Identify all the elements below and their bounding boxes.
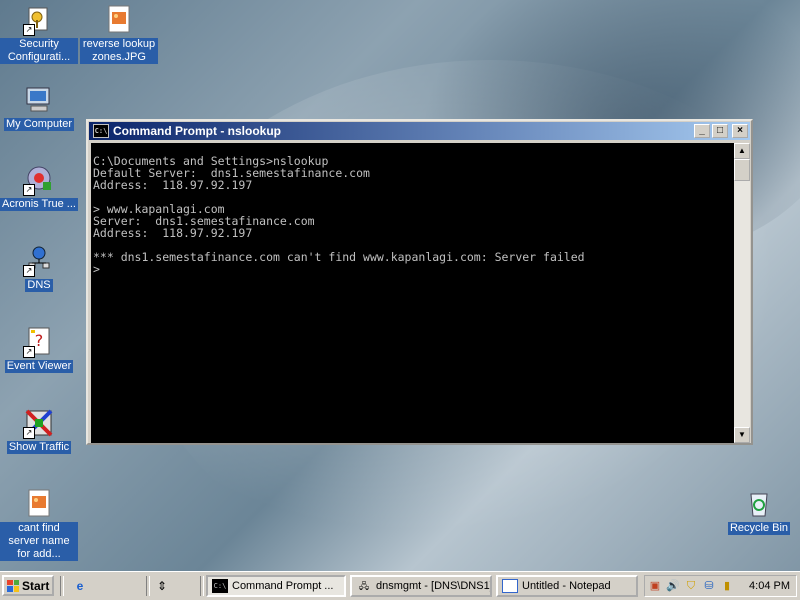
desktop-icon-label: Show Traffic — [6, 441, 72, 454]
taskbar-separator — [146, 576, 150, 596]
task-label: Untitled - Notepad — [522, 580, 611, 592]
image-file-icon — [23, 488, 55, 520]
console-output[interactable]: C:\Documents and Settings>nslookup Defaul… — [91, 143, 734, 443]
cmd-app-icon: C:\ — [212, 579, 228, 593]
network-icon[interactable]: ⛁ — [701, 578, 717, 594]
desktop-icon-dns[interactable]: ↗ DNS — [0, 245, 78, 292]
console-line: *** dns1.semestafinance.com can't find w… — [93, 250, 585, 264]
windows-logo-icon — [7, 579, 19, 592]
task-label: dnsmgmt - [DNS\DNS1] — [376, 580, 492, 592]
vertical-scrollbar[interactable]: ▲ ▼ — [734, 143, 750, 443]
tray-app-icon[interactable]: ▣ — [647, 578, 663, 594]
close-button[interactable]: × — [732, 124, 748, 138]
minimize-button[interactable]: _ — [694, 124, 710, 138]
recycle-bin-icon — [743, 488, 775, 520]
cmd-app-icon: C:\ — [93, 124, 109, 138]
desktop-icon-security-configuration[interactable]: ↗ Security Configurati... — [0, 4, 78, 64]
show-traffic-icon: ↗ — [23, 407, 55, 439]
desktop-icon-label: Security Configurati... — [0, 38, 78, 64]
system-tray: ▣ 🔊 ⛉ ⛁ ▮ 4:04 PM — [644, 575, 797, 597]
taskbar-separator — [200, 576, 204, 596]
event-viewer-icon: ? ↗ — [23, 326, 55, 358]
window-titlebar[interactable]: C:\ Command Prompt - nslookup _ □ × — [89, 122, 750, 140]
desktop-icon-label: cant find server name for add... — [0, 522, 78, 561]
taskbar-separator — [60, 576, 64, 596]
window-title: Command Prompt - nslookup — [113, 124, 281, 138]
desktop-icon-label: DNS — [25, 279, 53, 292]
desktop-icon-event-viewer[interactable]: ? ↗ Event Viewer — [0, 326, 78, 373]
command-prompt-window[interactable]: C:\ Command Prompt - nslookup _ □ × C:\D… — [86, 119, 753, 445]
start-label: Start — [22, 578, 50, 593]
image-file-icon — [103, 4, 135, 36]
svg-text:?: ? — [35, 331, 44, 350]
task-label: Command Prompt ... — [232, 580, 334, 592]
desktop-icon-label: Recycle Bin — [727, 522, 791, 535]
desktop-icon-show-traffic[interactable]: ↗ Show Traffic — [0, 407, 78, 454]
scroll-up-button[interactable]: ▲ — [734, 143, 750, 159]
update-icon[interactable]: ▮ — [719, 578, 735, 594]
notepad-icon — [502, 579, 518, 593]
taskbar: Start e ⇕ C:\ Command Prompt ... 🖧 dnsmg… — [0, 571, 800, 600]
dns-icon: 🖧 — [358, 581, 370, 591]
console-line: > — [93, 262, 100, 276]
volume-icon[interactable]: 🔊 — [665, 578, 681, 594]
console-line: Address: 118.97.92.197 — [93, 226, 253, 240]
desktop-icon-my-computer[interactable]: My Computer — [0, 84, 78, 131]
desktop-icon-reverse-lookup-jpg[interactable]: reverse lookup zones.JPG — [80, 4, 158, 64]
desktop-icon-label: Acronis True ... — [0, 198, 78, 211]
desktop-icon-acronis[interactable]: ↗ Acronis True ... — [0, 164, 78, 211]
show-desktop-icon[interactable]: ⇕ — [154, 578, 170, 594]
taskbar-button-dnsmgmt[interactable]: 🖧 dnsmgmt - [DNS\DNS1] — [350, 575, 492, 597]
acronis-icon: ↗ — [23, 164, 55, 196]
security-config-icon: ↗ — [23, 4, 55, 36]
security-shield-icon[interactable]: ⛉ — [683, 578, 699, 594]
scroll-down-button[interactable]: ▼ — [734, 427, 750, 443]
clock: 4:04 PM — [749, 580, 790, 592]
maximize-button[interactable]: □ — [712, 124, 728, 138]
desktop-icon-label: My Computer — [3, 118, 75, 131]
start-button[interactable]: Start — [2, 575, 54, 596]
scroll-thumb[interactable] — [734, 159, 750, 181]
computer-icon — [23, 84, 55, 116]
desktop-icon-cant-find-server[interactable]: cant find server name for add... — [0, 488, 78, 561]
desktop-icon-recycle-bin[interactable]: Recycle Bin — [720, 488, 798, 535]
dns-icon: ↗ — [23, 245, 55, 277]
desktop-icon-label: reverse lookup zones.JPG — [80, 38, 158, 64]
taskbar-button-command-prompt[interactable]: C:\ Command Prompt ... — [206, 575, 346, 597]
internet-explorer-icon[interactable]: e — [72, 578, 88, 594]
taskbar-button-notepad[interactable]: Untitled - Notepad — [496, 575, 638, 597]
console-line: Address: 118.97.92.197 — [93, 178, 253, 192]
desktop-icon-label: Event Viewer — [4, 360, 74, 373]
